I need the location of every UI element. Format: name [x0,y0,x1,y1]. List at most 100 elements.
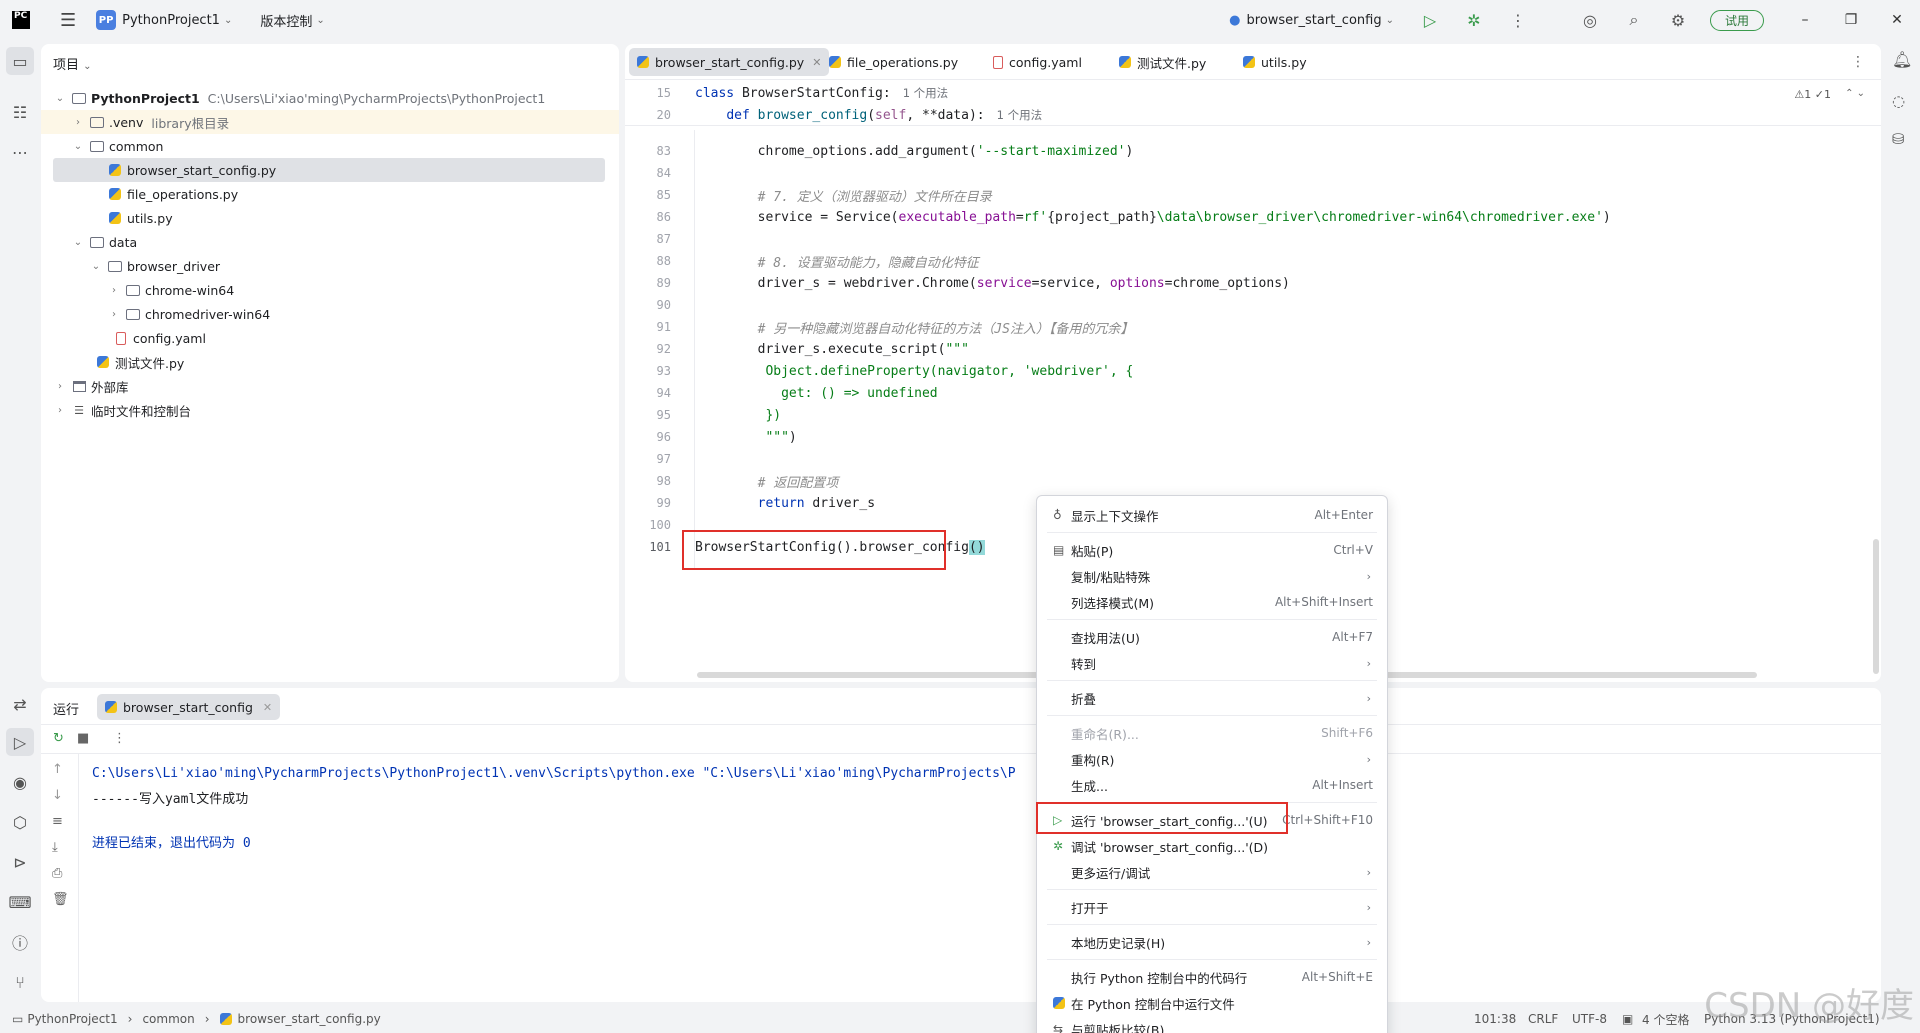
tab-browser-start-config[interactable]: browser_start_config.py ✕ [629,48,830,76]
indent-setting[interactable]: 4 个空格 [1642,1011,1689,1028]
restore-icon[interactable]: ❐ [1828,12,1874,28]
main-menu-icon[interactable]: ☰ [60,10,76,31]
tree-item-file-operations[interactable]: file_operations.py [41,182,619,206]
vcs-menu[interactable]: 版本控制 [260,11,312,30]
tree-item-project-root[interactable]: ⌄ PythonProject1 C:\Users\Li'xiao'ming\Py… [41,86,619,110]
tab-test-file[interactable]: 测试文件.py [1111,48,1214,76]
problems-icon[interactable]: ⓘ [6,928,34,956]
line-separator[interactable]: CRLF [1528,1012,1558,1026]
menu-item-local-history[interactable]: 本地历史记录(H) › [1041,929,1383,955]
more-icon[interactable]: ⋮ [113,731,126,746]
git-icon[interactable]: ⑂ [6,968,34,996]
menu-item-copy-paste-special[interactable]: 复制/粘贴特殊 › [1041,563,1383,589]
code-line[interactable]: 87 [625,228,1881,250]
code-line[interactable]: 86 service = Service(executable_path=rf'… [625,206,1881,228]
menu-item-paste[interactable]: ▤ 粘贴(P) Ctrl+V [1041,537,1383,563]
breadcrumb-file[interactable]: browser_start_config.py [238,1012,381,1026]
chevron-down-icon[interactable]: ⌄ [1386,15,1394,26]
menu-item-folding[interactable]: 折叠 › [1041,685,1383,711]
code-line[interactable]: 88 # 8. 设置驱动能力，隐藏自动化特征 [625,250,1881,272]
menu-item-refactor[interactable]: 重构(R) › [1041,746,1383,772]
scroll-to-end-icon[interactable]: ⤓ [52,840,58,855]
tree-item-external-libraries[interactable]: › 外部库 [41,374,619,398]
ai-chat-icon[interactable]: ◌ [1892,92,1905,110]
menu-item-debug[interactable]: ✲ 调试 'browser_start_config...'(D) [1041,833,1383,859]
more-icon[interactable]: ⋮ [1851,54,1865,70]
code-line[interactable]: 84 [625,162,1881,184]
code-line[interactable]: 89 driver_s = webdriver.Chrome(service=s… [625,272,1881,294]
menu-item-open-in[interactable]: 打开于 › [1041,894,1383,920]
code-line[interactable]: 97 [625,448,1881,470]
commit-tool-icon[interactable]: ⇄ [6,690,34,718]
tree-item-browser-start-config[interactable]: browser_start_config.py [53,158,605,182]
file-encoding[interactable]: UTF-8 [1572,1012,1607,1026]
menu-item-find-usages[interactable]: 查找用法(U) Alt+F7 [1041,624,1383,650]
packages-icon[interactable]: ⬡ [6,808,34,836]
search-icon[interactable]: ⌕ [1624,10,1644,30]
rerun-icon[interactable]: ↻ [53,731,64,746]
sticky-line[interactable]: 20 def browser_config(self, **data): 1 个用… [625,104,1881,126]
code-line[interactable]: 95 }) [625,404,1881,426]
soft-wrap-icon[interactable]: ≡ [52,814,63,829]
code-line[interactable]: 94 get: () => undefined [625,382,1881,404]
menu-item-generate[interactable]: 生成... Alt+Insert [1041,772,1383,798]
python-console-icon[interactable]: ◉ [6,768,34,796]
project-badge[interactable]: PP [96,10,117,30]
code-line[interactable]: 83 chrome_options.add_argument('--start-… [625,140,1881,162]
run-config-selector[interactable]: browser_start_config [1247,13,1382,28]
tree-item-chrome-win64[interactable]: › chrome-win64 [41,278,619,302]
structure-tool-icon[interactable]: ☷ [6,98,34,126]
code-line[interactable]: 98 # 返回配置项 [625,470,1881,492]
terminal-icon[interactable]: ⌨ [6,888,34,916]
project-panel-title[interactable]: 项目 ⌄ [53,54,92,73]
more-icon[interactable]: ⋮ [1508,11,1528,30]
arrow-up-icon[interactable]: ↑ [52,762,63,777]
tree-item-venv[interactable]: › .venv library根目录 [41,110,619,134]
menu-item-goto[interactable]: 转到 › [1041,650,1383,676]
code-line[interactable]: 91 # 另一种隐藏浏览器自动化特征的方法（JS注入）【备用的冗余】 [625,316,1881,338]
code-line[interactable]: 96 """) [625,426,1881,448]
breadcrumb-project[interactable]: PythonProject1 [27,1012,117,1026]
run-tool-icon[interactable]: ▷ [6,728,34,756]
menu-item-show-context-actions[interactable]: ♁ 显示上下文操作 Alt+Enter [1041,502,1383,528]
inspection-widget[interactable]: ⚠1 ✓1 [1794,88,1831,101]
tree-item-common[interactable]: ⌄ common [41,134,619,158]
chevron-down-icon[interactable]: ⌄ [316,15,324,26]
run-tab[interactable]: browser_start_config ✕ [97,694,281,720]
menu-item-compare-clipboard[interactable]: ⇆ 与剪贴板比较(B) [1041,1016,1383,1033]
services-icon[interactable]: ⊳ [6,848,34,876]
chevron-up-down-icon[interactable]: ⌃ ⌄ [1845,88,1865,99]
menu-item-run-in-console[interactable]: 在 Python 控制台中运行文件 [1041,990,1383,1016]
tree-item-utils[interactable]: utils.py [41,206,619,230]
menu-item-column-selection[interactable]: 列选择模式(M) Alt+Shift+Insert [1041,589,1383,615]
print-icon[interactable]: ⎙ [52,866,62,881]
tree-item-browser-driver[interactable]: ⌄ browser_driver [41,254,619,278]
chevron-down-icon[interactable]: ⌄ [224,15,232,26]
tab-config-yaml[interactable]: config.yaml [985,48,1090,76]
tab-utils[interactable]: utils.py [1235,48,1315,76]
code-line[interactable]: 85 # 7. 定义（浏览器驱动）文件所在目录 [625,184,1881,206]
cursor-position[interactable]: 101:38 [1474,1012,1516,1026]
stop-icon[interactable]: ■ [77,731,89,746]
trash-icon[interactable]: 🗑︎ [52,892,69,907]
ai-assistant-icon[interactable]: ◎ [1580,11,1600,30]
menu-item-rename[interactable]: 重命名(R)... Shift+F6 [1041,720,1383,746]
breadcrumb-folder[interactable]: common [142,1012,194,1026]
code-line[interactable]: 92 driver_s.execute_script(""" [625,338,1881,360]
trial-button[interactable]: 试用 [1709,9,1764,31]
menu-item-execute-in-console[interactable]: 执行 Python 控制台中的代码行 Alt+Shift+E [1041,964,1383,990]
more-tools-icon[interactable]: ⋯ [6,138,34,166]
minimize-icon[interactable]: – [1782,12,1828,28]
run-icon[interactable]: ▷ [1420,11,1440,30]
notifications-icon[interactable]: 🔔︎ [1892,50,1912,69]
database-icon[interactable]: ⛁ [1892,130,1905,148]
project-tool-icon[interactable]: ▭ [6,47,34,75]
tab-file-operations[interactable]: file_operations.py [821,48,966,76]
project-name[interactable]: PythonProject1 [122,13,220,28]
code-line[interactable]: 90 [625,294,1881,316]
sticky-line[interactable]: 15 class BrowserStartConfig: 1 个用法 [625,82,1881,104]
tree-item-config-yaml[interactable]: config.yaml [41,326,619,350]
close-tab-icon[interactable]: ✕ [263,701,272,714]
gear-icon[interactable]: ⚙ [1668,11,1688,30]
debug-icon[interactable]: ✲ [1464,11,1484,30]
